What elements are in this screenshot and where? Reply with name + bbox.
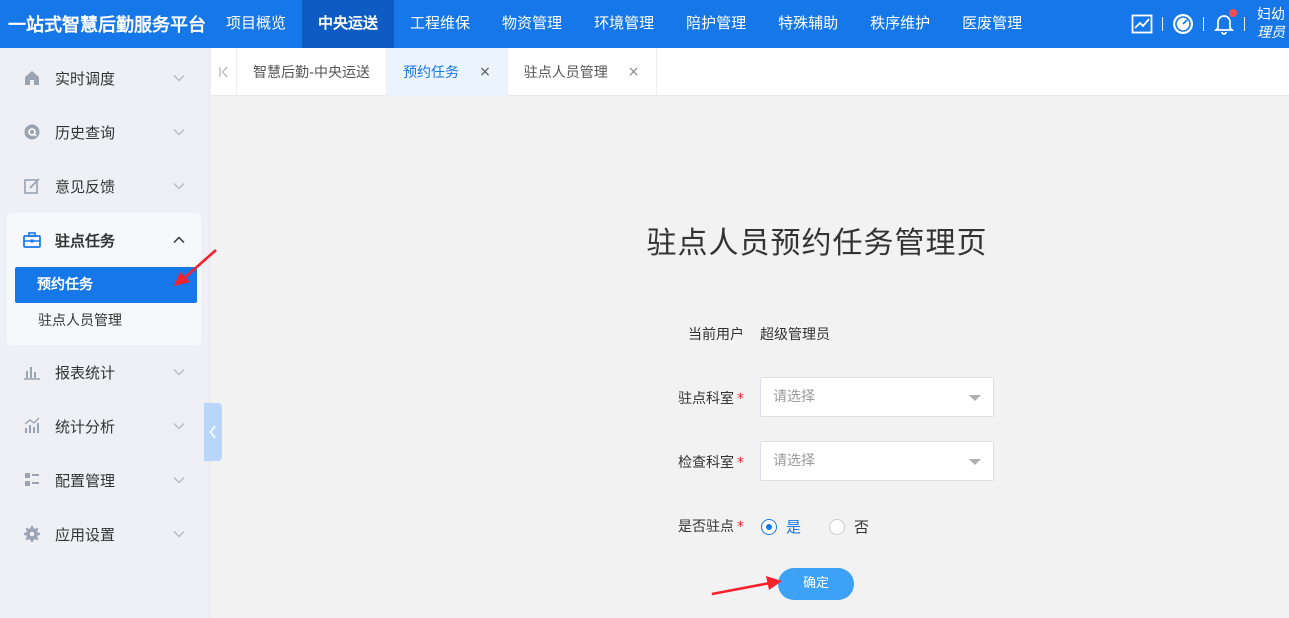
- briefcase-icon: [22, 230, 42, 250]
- station-dept-select[interactable]: 请选择: [760, 377, 994, 417]
- sidebar-item-realtime-dispatch[interactable]: 实时调度: [0, 51, 209, 105]
- divider: [1162, 17, 1163, 31]
- chevron-down-icon: [173, 75, 185, 82]
- sidebar-item-label: 驻点任务: [55, 231, 116, 250]
- nav-item-engineering[interactable]: 工程维保: [394, 0, 486, 48]
- close-icon[interactable]: ×: [479, 64, 491, 80]
- sidebar-item-report-statistics[interactable]: 报表统计: [0, 345, 209, 399]
- check-dept-label: 检查科室 *: [678, 455, 744, 471]
- config-icon: [22, 470, 42, 490]
- chevron-down-icon: [173, 129, 185, 136]
- trend-chart-icon[interactable]: [1131, 13, 1153, 35]
- required-mark: *: [737, 391, 744, 407]
- sidebar-collapse-handle[interactable]: [204, 403, 222, 461]
- select-placeholder: 请选择: [773, 453, 815, 469]
- notification-dot: [1229, 9, 1237, 17]
- nav-item-special-assist[interactable]: 特殊辅助: [762, 0, 854, 48]
- chevron-down-icon: [173, 477, 185, 484]
- top-right-tools: 妇幼 理员: [1122, 0, 1289, 48]
- check-dept-select[interactable]: 请选择: [760, 441, 994, 481]
- divider: [1203, 17, 1204, 31]
- sidebar-subitem-appointment-tasks[interactable]: 预约任务: [15, 267, 197, 303]
- chevron-left-icon: [209, 425, 216, 439]
- page-title: 驻点人员预约任务管理页: [646, 226, 988, 261]
- bar-chart-icon: [22, 362, 42, 382]
- user-name[interactable]: 妇幼 理员: [1245, 6, 1289, 42]
- chevron-down-icon: [173, 531, 185, 538]
- nav-item-order[interactable]: 秩序维护: [854, 0, 946, 48]
- sidebar-item-label: 应用设置: [55, 525, 116, 544]
- nav-item-environment[interactable]: 环境管理: [578, 0, 670, 48]
- chevron-down-icon: [173, 369, 185, 376]
- sidebar-subitem-station-staff-management[interactable]: 驻点人员管理: [15, 303, 197, 339]
- dashboard-gauge-icon[interactable]: [1172, 13, 1194, 35]
- nav-item-escort[interactable]: 陪护管理: [670, 0, 762, 48]
- current-user-label: 当前用户: [688, 327, 744, 343]
- chevron-down-icon: [173, 183, 185, 190]
- required-mark: *: [737, 455, 744, 471]
- sidebar-item-label: 历史查询: [55, 123, 116, 142]
- is-station-label: 是否驻点 *: [678, 519, 744, 535]
- radio-yes[interactable]: 是: [761, 516, 801, 537]
- radio-unchecked-icon: [829, 518, 845, 535]
- tab-smart-logistics-central-transport[interactable]: 智慧后勤-中央运送: [237, 48, 388, 96]
- sidebar-item-label: 配置管理: [55, 471, 116, 490]
- sidebar-item-label: 意见反馈: [55, 177, 116, 196]
- sidebar-group-station-tasks: 驻点任务 预约任务 驻点人员管理: [7, 213, 201, 345]
- nav-item-materials[interactable]: 物资管理: [486, 0, 578, 48]
- tab-scroll-first-icon[interactable]: [211, 48, 237, 96]
- sidebar-item-label: 实时调度: [55, 69, 116, 88]
- tab-appointment-tasks[interactable]: 预约任务 ×: [387, 48, 508, 96]
- sidebar-item-feedback[interactable]: 意见反馈: [0, 159, 209, 213]
- top-nav: 项目概览 中央运送 工程维保 物资管理 环境管理 陪护管理 特殊辅助 秩序维护 …: [210, 0, 1038, 48]
- top-bar: 一站式智慧后勤服务平台 项目概览 中央运送 工程维保 物资管理 环境管理 陪护管…: [0, 0, 1289, 48]
- caret-down-icon: [969, 459, 981, 465]
- sidebar-item-station-tasks[interactable]: 驻点任务: [7, 213, 201, 267]
- home-icon: [22, 68, 42, 88]
- nav-item-central-transport[interactable]: 中央运送: [302, 0, 395, 48]
- chevron-up-icon: [173, 236, 185, 244]
- settings-icon: [22, 524, 42, 544]
- tab-bar: 智慧后勤-中央运送 预约任务 × 驻点人员管理 ×: [211, 48, 1289, 96]
- edit-icon: [22, 176, 42, 196]
- analysis-icon: [22, 416, 42, 436]
- radio-no[interactable]: 否: [829, 516, 869, 537]
- bell-icon[interactable]: [1213, 9, 1237, 35]
- current-user-value: 超级管理员: [760, 327, 830, 343]
- annotation-arrow-icon: [711, 576, 782, 596]
- divider: [1244, 17, 1245, 31]
- confirm-button[interactable]: 确定: [778, 568, 854, 600]
- nav-item-project-overview[interactable]: 项目概览: [210, 0, 302, 48]
- required-mark: *: [737, 519, 744, 535]
- sidebar: 实时调度 历史查询 意见反馈 驻点任务 预约任务 驻点人员管理 报表统计 统计分…: [0, 48, 210, 618]
- nav-item-medical-waste[interactable]: 医废管理: [946, 0, 1038, 48]
- sidebar-item-config-management[interactable]: 配置管理: [0, 453, 209, 507]
- sidebar-item-statistical-analysis[interactable]: 统计分析: [0, 399, 209, 453]
- station-dept-label: 驻点科室 *: [678, 391, 744, 407]
- caret-down-icon: [969, 395, 981, 401]
- sidebar-item-label: 报表统计: [55, 363, 116, 382]
- close-icon[interactable]: ×: [628, 64, 640, 80]
- chevron-down-icon: [173, 423, 185, 430]
- tab-station-staff-management[interactable]: 驻点人员管理 ×: [508, 48, 657, 96]
- platform-title: 一站式智慧后勤服务平台: [8, 15, 206, 36]
- sidebar-item-history-query[interactable]: 历史查询: [0, 105, 209, 159]
- radio-checked-icon: [761, 518, 777, 535]
- sidebar-item-label: 统计分析: [55, 417, 116, 436]
- sidebar-item-app-settings[interactable]: 应用设置: [0, 507, 209, 561]
- history-icon: [22, 122, 42, 142]
- select-placeholder: 请选择: [773, 389, 815, 405]
